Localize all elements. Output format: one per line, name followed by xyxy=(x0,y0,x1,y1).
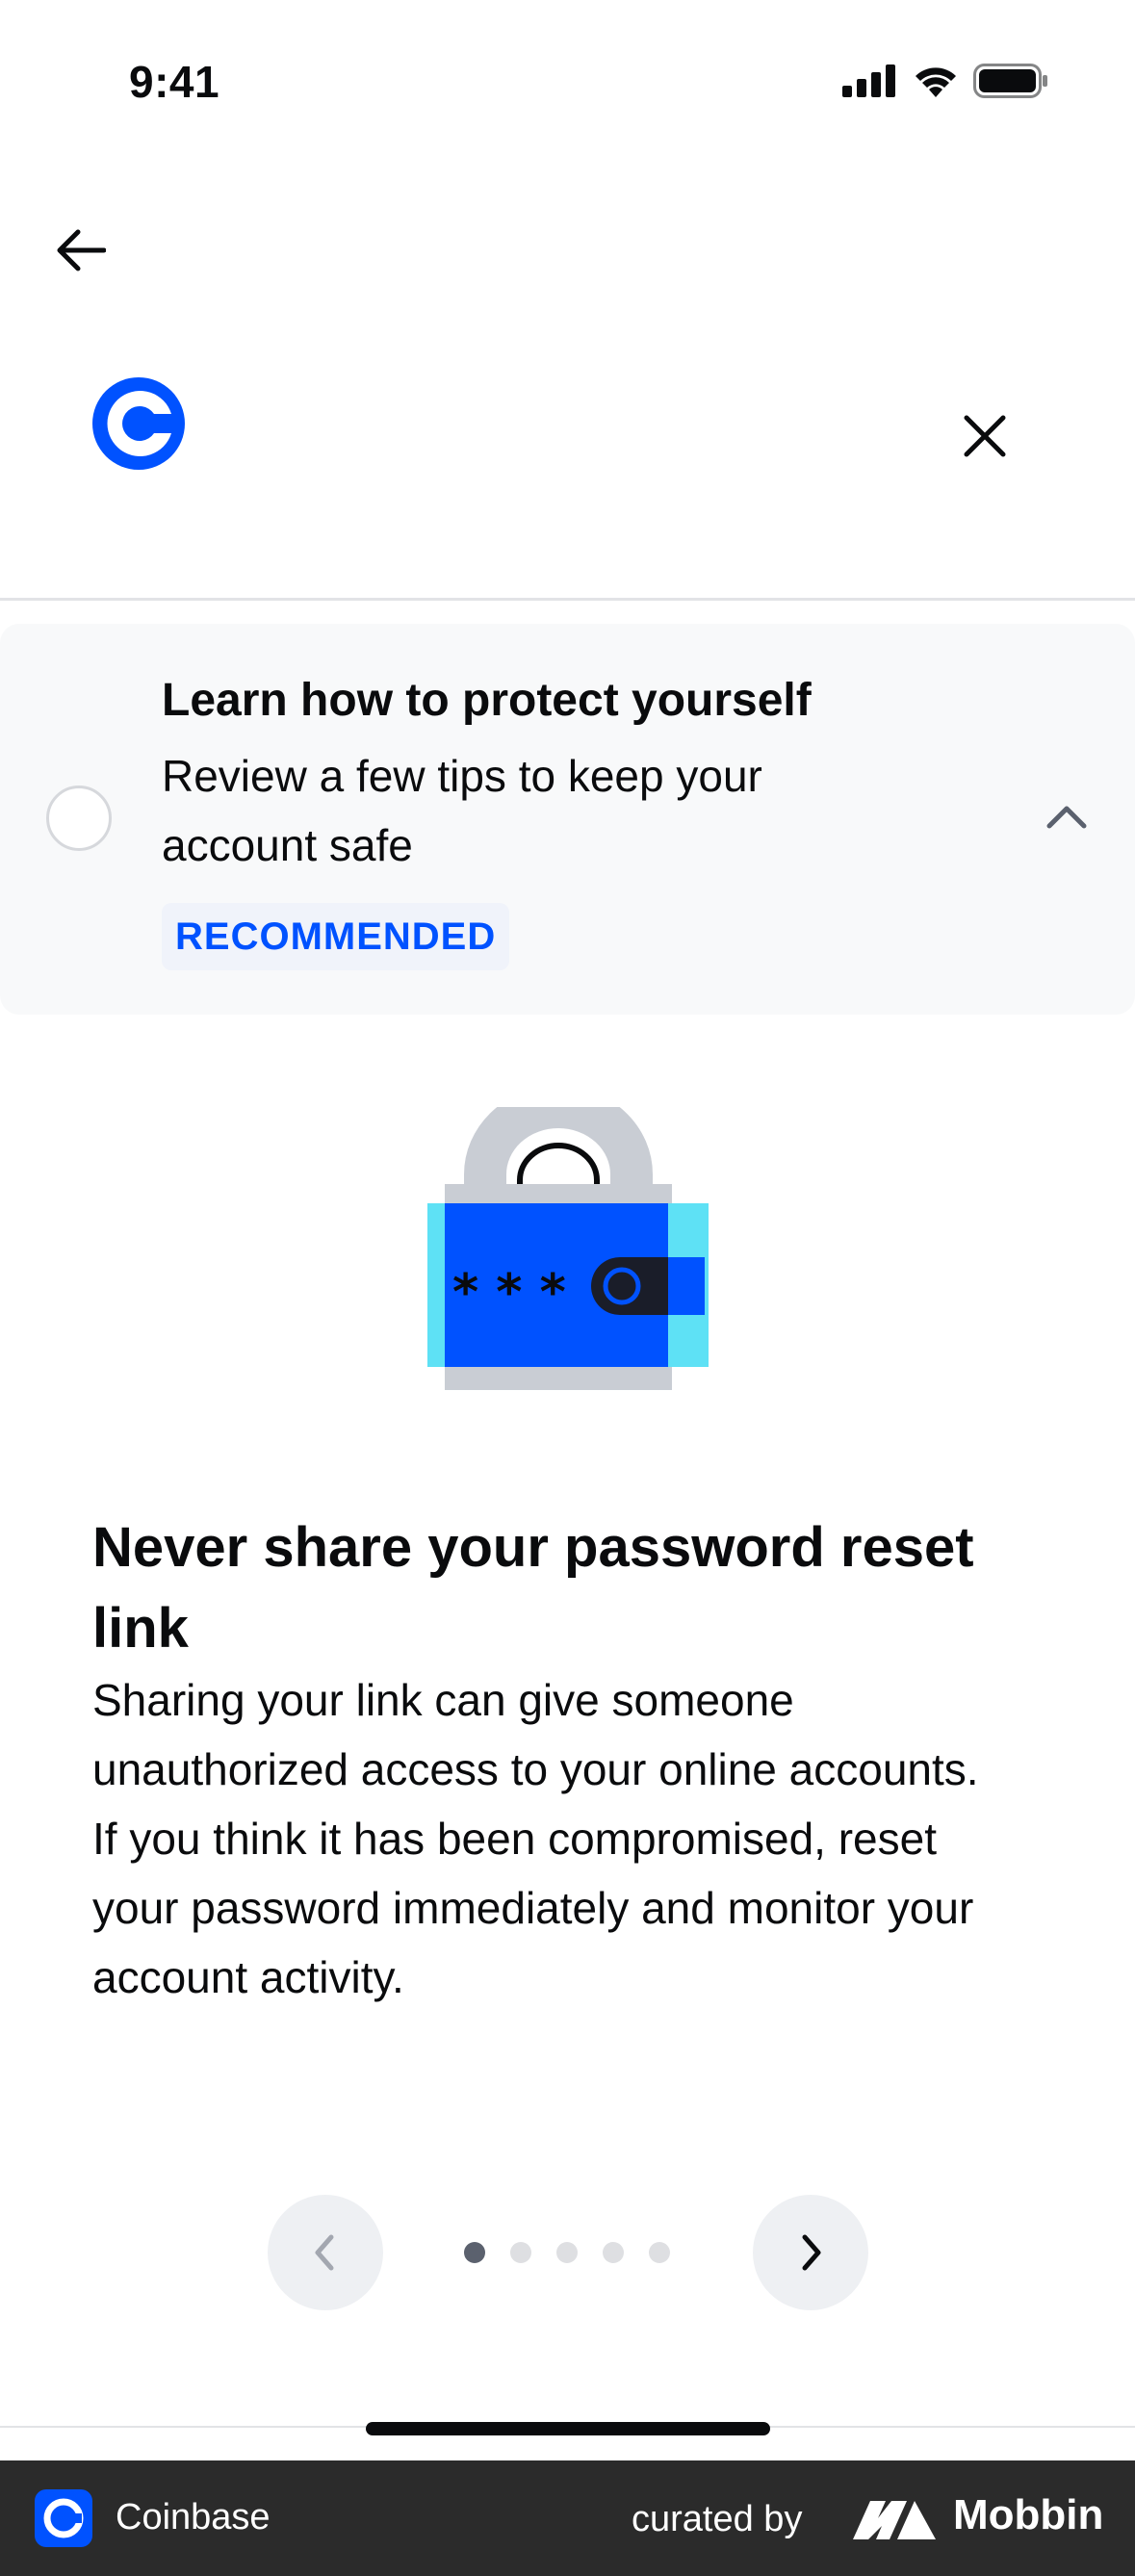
badge-label: RECOMMENDED xyxy=(175,914,497,958)
tip-body: Sharing your link can give someone unaut… xyxy=(92,1675,979,2002)
chevron-up-icon xyxy=(1046,806,1087,829)
footer-curated-by: curated by xyxy=(632,2499,803,2539)
chevron-left-icon xyxy=(315,2234,334,2271)
coinbase-app-icon xyxy=(35,2489,92,2547)
close-icon xyxy=(964,415,1006,457)
task-checkbox[interactable] xyxy=(46,786,112,851)
footer-app-name: Coinbase xyxy=(116,2497,271,2537)
battery-icon xyxy=(973,64,1047,98)
arrow-left-icon xyxy=(57,229,106,271)
tip-heading: Never share your password reset link xyxy=(92,1516,974,1660)
password-mask-text: * * * xyxy=(452,1264,566,1322)
collapse-button[interactable] xyxy=(1038,795,1096,837)
page-indicator xyxy=(464,2242,670,2263)
page-dot xyxy=(464,2242,485,2263)
header-divider xyxy=(0,598,1135,601)
home-indicator[interactable] xyxy=(366,2422,770,2435)
lock-password-illustration: * * * xyxy=(427,1086,709,1390)
task-title: Learn how to protect yourself xyxy=(162,675,812,726)
status-time: 9:41 xyxy=(129,57,220,107)
page-dot xyxy=(649,2242,670,2263)
page-dot xyxy=(603,2242,624,2263)
footer-brand: Mobbin xyxy=(953,2491,1104,2538)
close-button[interactable] xyxy=(953,404,1017,468)
wifi-icon xyxy=(916,67,956,97)
signal-icon xyxy=(842,64,895,97)
status-icons xyxy=(842,64,1048,98)
coinbase-logo xyxy=(92,377,185,470)
chevron-right-icon xyxy=(802,2234,821,2271)
mobbin-logo-icon xyxy=(853,2497,936,2539)
previous-button[interactable] xyxy=(268,2195,383,2310)
task-description: Review a few tips to keep your account s… xyxy=(162,751,762,870)
page-dot xyxy=(556,2242,578,2263)
page-dot xyxy=(510,2242,531,2263)
next-button[interactable] xyxy=(753,2195,868,2310)
back-button[interactable] xyxy=(50,219,112,281)
recommended-badge: RECOMMENDED xyxy=(162,903,510,970)
